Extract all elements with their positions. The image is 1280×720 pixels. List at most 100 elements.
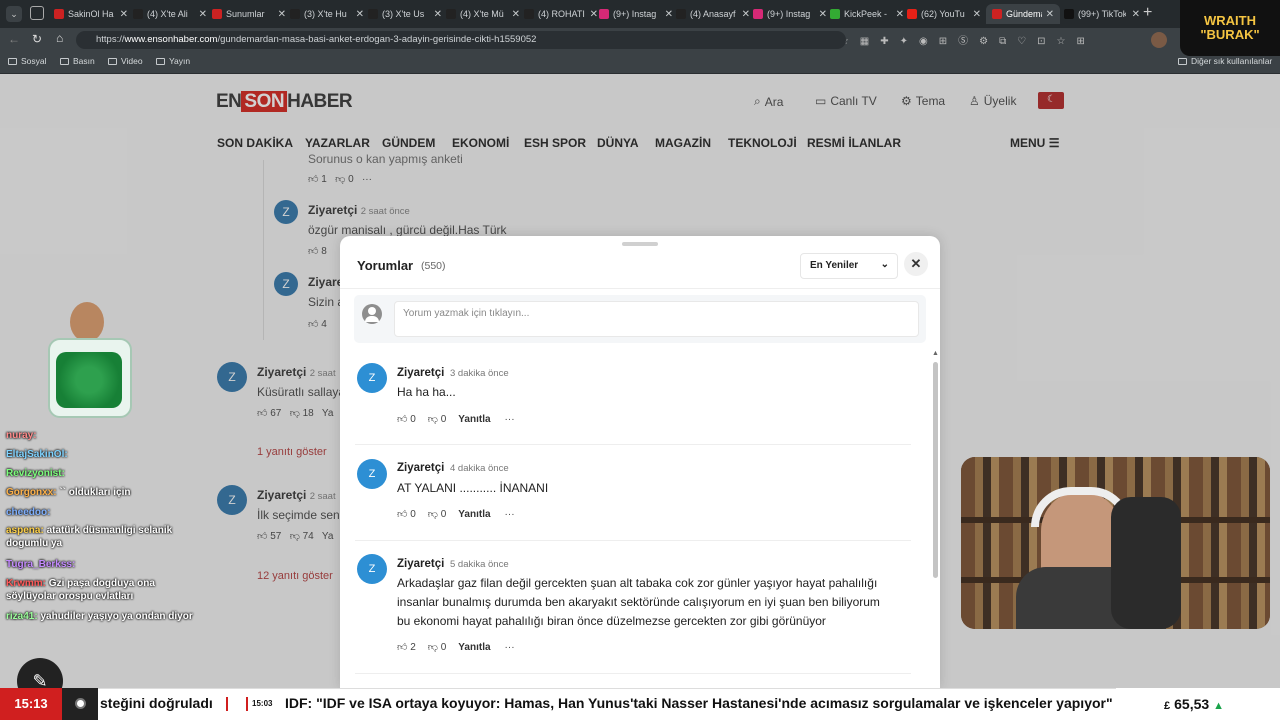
folder-icon <box>8 57 17 65</box>
url-field[interactable]: https://www.ensonhaber.com/gundemardan-m… <box>76 31 846 49</box>
tab-close-icon[interactable]: ✕ <box>512 9 520 20</box>
tab-close-icon[interactable]: ✕ <box>1046 9 1054 20</box>
chat-message: Gorgonxx: `` oldukları için <box>6 486 196 499</box>
browser-tab[interactable]: (3) X'te Us ✕ <box>368 4 442 24</box>
bookmark-yayin[interactable]: Yayın <box>156 56 190 66</box>
tab-favicon-icon <box>992 9 1002 19</box>
chat-username: cheedoo: <box>6 507 51 518</box>
more-options-icon[interactable]: ··· <box>505 509 515 520</box>
bookmark-sosyal[interactable]: Sosyal <box>8 56 47 66</box>
ticker-clock: 15:13 <box>0 688 62 720</box>
tab-label: (4) X'te Mü <box>460 9 504 19</box>
back-icon[interactable]: ← <box>8 32 20 46</box>
tab-close-icon[interactable]: ✕ <box>973 9 981 20</box>
more-options-icon[interactable]: ··· <box>505 642 515 653</box>
chat-message: Krwmm: Gzi paşa dogduya ona söylüyolar o… <box>6 577 196 603</box>
dislike-button[interactable]: 👎︎ 0 <box>428 413 447 425</box>
browser-tab[interactable]: (4) ROHATI ✕ <box>524 4 598 24</box>
comment-text: bu ekonomi hayat pahalılığı biran önce d… <box>397 614 826 628</box>
reply-button[interactable]: Yanıtla <box>458 642 490 653</box>
ticker-separator <box>226 697 228 711</box>
tab-label: (62) YouTu <box>921 9 965 19</box>
bookmark-other[interactable]: Diğer sık kullanılanlar <box>1178 56 1272 66</box>
tab-close-icon[interactable]: ✕ <box>742 9 750 20</box>
sort-select[interactable]: En Yeniler ⌄ <box>800 253 898 279</box>
bookmark-label: Yayın <box>169 56 191 66</box>
tab-close-icon[interactable]: ✕ <box>278 9 286 20</box>
browser-tab[interactable]: Sunumlar ✕ <box>212 4 286 24</box>
tab-label: (4) X'te Ali <box>147 9 188 19</box>
like-button[interactable]: 👍︎ 0 <box>397 508 416 520</box>
tab-close-icon[interactable]: ✕ <box>896 9 904 20</box>
tab-close-icon[interactable]: ✕ <box>1132 9 1140 20</box>
tab-favicon-icon <box>599 9 609 19</box>
comment-author: Ziyaretçi <box>397 462 445 474</box>
comment-time: 4 dakika önce <box>450 463 509 474</box>
browser-tab[interactable]: (4) Anasayf ✕ <box>676 4 750 24</box>
like-button[interactable]: 👍︎ 2 <box>397 641 416 653</box>
drag-handle[interactable] <box>622 242 658 246</box>
browser-tab[interactable]: Gündemar ✕ <box>986 4 1060 24</box>
ticker-item: IDF: "IDF ve ISA ortaya koyuyor: Hamas, … <box>285 695 1115 711</box>
tab-favicon-icon <box>1064 9 1074 19</box>
chat-message: nuray: <box>6 429 196 442</box>
reload-icon[interactable]: ↻ <box>32 32 42 46</box>
thumbs-down-icon: 👎︎ <box>427 414 438 425</box>
chat-text: yahudiler yaşıyo ya ondan diyor <box>40 611 193 622</box>
browser-tab[interactable]: (4) X'te Mü ✕ <box>446 4 520 24</box>
browser-tab[interactable]: (99+) TikTok ✕ <box>1064 4 1140 24</box>
tab-close-icon[interactable]: ✕ <box>819 9 827 20</box>
dislike-button[interactable]: 👎︎ 0 <box>428 508 447 520</box>
browser-tab[interactable]: (4) X'te Ali ✕ <box>133 4 207 24</box>
comment-actions: 👍︎ 0 👎︎ 0 Yanıtla ··· <box>397 508 515 521</box>
tab-close-icon[interactable]: ✕ <box>434 9 442 20</box>
scrollbar-thumb[interactable] <box>933 362 938 578</box>
profile-avatar[interactable] <box>1151 32 1167 48</box>
browser-tab[interactable]: (3) X'te Hu ✕ <box>290 4 364 24</box>
browser-tab[interactable]: (62) YouTu ✕ <box>907 4 981 24</box>
bookmark-video[interactable]: Video <box>108 56 143 66</box>
reply-button[interactable]: Yanıtla <box>458 414 490 425</box>
dislike-button[interactable]: 👎︎ 0 <box>428 641 447 653</box>
comment-text: insanlar bunalmış durumda ben akaryakıt … <box>397 595 880 609</box>
comment-input[interactable]: Yorum yazmak için tıklayın... <box>394 301 919 337</box>
scroll-up-arrow-icon[interactable]: ▲ <box>932 350 939 357</box>
chat-username: aspena: <box>6 525 44 536</box>
tab-favicon-icon <box>676 9 686 19</box>
tab-label: (4) ROHATI <box>538 9 585 19</box>
more-options-icon[interactable]: ··· <box>505 414 515 425</box>
tab-favicon-icon <box>290 9 300 19</box>
home-icon[interactable]: ⌂ <box>56 31 63 45</box>
tab-close-icon[interactable]: ✕ <box>665 9 673 20</box>
comment-avatar: Z <box>357 363 387 393</box>
browser-tab[interactable]: SakinOl Ha ✕ <box>54 4 128 24</box>
trend-up-icon: ▲ <box>1213 700 1224 712</box>
bookmark-basin[interactable]: Basın <box>60 56 95 66</box>
comment-text: AT YALANI ........... İNANANI <box>397 481 549 495</box>
ticker-item: steğini doğruladı <box>100 695 213 711</box>
tab-close-icon[interactable]: ✕ <box>356 9 364 20</box>
chat-username: Revizyonist: <box>6 468 65 479</box>
new-tab-button[interactable]: + <box>1143 4 1152 22</box>
bookmark-label: Basın <box>73 56 95 66</box>
browser-tab[interactable]: KickPeek - ✕ <box>830 4 904 24</box>
tab-close-icon[interactable]: ✕ <box>120 9 128 20</box>
tab-close-icon[interactable]: ✕ <box>590 9 598 20</box>
close-button[interactable]: ✕ <box>904 252 928 276</box>
browser-tab[interactable]: (9+) Instag ✕ <box>753 4 827 24</box>
like-button[interactable]: 👍︎ 0 <box>397 413 416 425</box>
tab-favicon-icon <box>524 9 534 19</box>
browser-tab[interactable]: (9+) Instag ✕ <box>599 4 673 24</box>
header-divider <box>340 288 940 289</box>
comment-divider <box>355 673 911 674</box>
chevron-down-icon: ⌄ <box>880 259 889 270</box>
thumbs-up-icon: 👍︎ <box>397 414 408 425</box>
tab-menu-icon[interactable]: ⌄ <box>6 6 22 22</box>
ticker-separator <box>246 697 248 711</box>
tab-close-icon[interactable]: ✕ <box>199 9 207 20</box>
reply-button[interactable]: Yanıtla <box>458 509 490 520</box>
tab-label: (9+) Instag <box>613 9 657 19</box>
live-indicator-icon <box>62 688 98 720</box>
workspace-icon[interactable] <box>30 6 44 20</box>
folder-icon <box>108 57 117 65</box>
